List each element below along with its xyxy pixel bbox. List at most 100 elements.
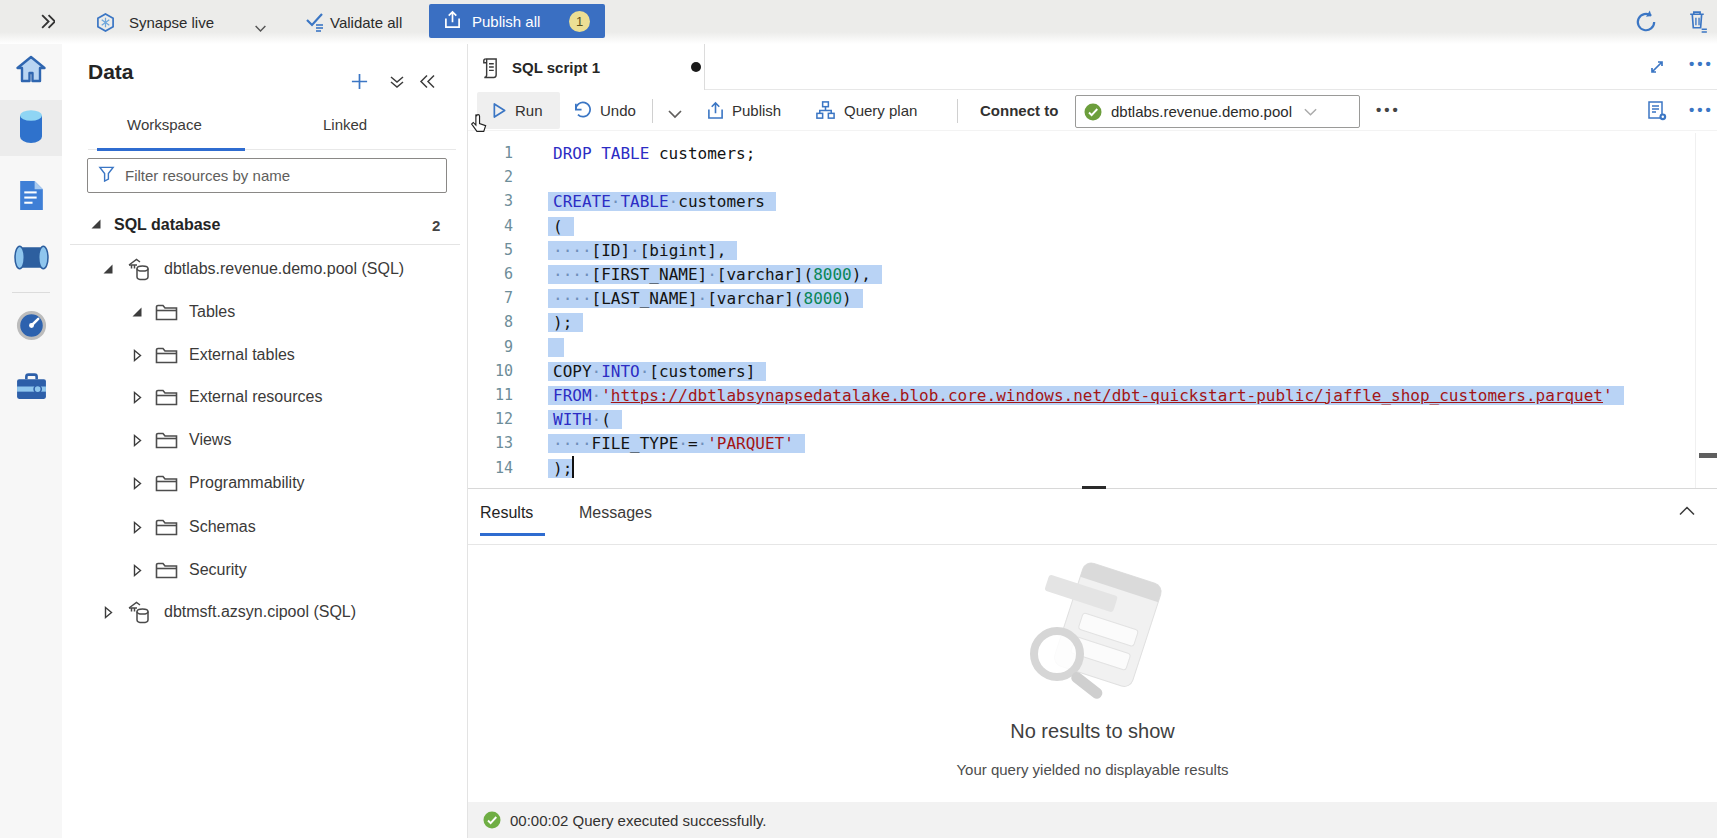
code-line-2[interactable]: 2 — [468, 165, 1717, 190]
add-resource-icon[interactable] — [350, 72, 369, 95]
publish-button[interactable]: Publish — [707, 90, 781, 130]
mode-selector-label[interactable]: Synapse live — [129, 14, 214, 31]
collapse-results-icon[interactable] — [1678, 503, 1696, 521]
tab-messages[interactable]: Messages — [579, 504, 652, 522]
sidebar-tabs: Workspace Linked — [88, 108, 456, 150]
folder-icon — [155, 304, 178, 321]
caret-collapsed-icon[interactable] — [131, 391, 144, 404]
results-tab-underline — [480, 533, 545, 536]
tab-sql-script-1[interactable]: SQL script 1 — [468, 44, 705, 90]
code-line-4[interactable]: 4( — [468, 214, 1717, 239]
script-properties-icon[interactable] — [1646, 100, 1668, 126]
rail-item-develop[interactable] — [0, 171, 62, 223]
line-number: 6 — [468, 262, 513, 287]
tree-item-tables[interactable]: Tables — [131, 297, 235, 327]
expand-chevrons-icon[interactable] — [40, 14, 55, 33]
code-line-10[interactable]: 10COPY·INTO·[customers] — [468, 359, 1717, 384]
publish-all-button[interactable]: Publish all 1 — [429, 4, 605, 38]
caret-expanded-icon[interactable] — [131, 306, 144, 318]
expand-editor-icon[interactable] — [1648, 58, 1666, 80]
line-number: 5 — [468, 238, 513, 263]
folder-icon — [155, 519, 178, 536]
code-line-14[interactable]: 14); — [468, 456, 1717, 481]
run-options-chevron-icon[interactable] — [667, 105, 683, 123]
tree-item-label: Tables — [189, 303, 235, 321]
status-message: 00:00:02 Query executed successfully. — [510, 812, 767, 829]
tree-item-label: External resources — [189, 388, 322, 406]
discard-all-icon[interactable] — [1687, 9, 1709, 37]
mode-chevron-down-icon[interactable] — [254, 19, 267, 37]
tree-section-label: SQL database — [114, 216, 220, 234]
query-plan-button[interactable]: Query plan — [815, 90, 917, 130]
tab-workspace[interactable]: Workspace — [127, 116, 202, 133]
code-line-13[interactable]: 13····FILE_TYPE·=·'PARQUET' — [468, 431, 1717, 456]
monitor-icon — [16, 310, 47, 345]
caret-collapsed-icon[interactable] — [131, 564, 144, 577]
line-number: 1 — [468, 141, 513, 166]
code-line-9[interactable]: 9 — [468, 335, 1717, 360]
sql-database-count: 2 — [432, 217, 440, 234]
tab-more-actions-icon[interactable]: ••• — [1689, 55, 1714, 72]
collapse-all-icon[interactable] — [389, 74, 405, 94]
tree-item-label: External tables — [189, 346, 295, 364]
caret-collapsed-icon[interactable] — [131, 521, 144, 534]
toolbar-more-right-icon[interactable]: ••• — [1689, 101, 1714, 118]
tree-item-label: Views — [189, 431, 231, 449]
tree-item-external-tables[interactable]: External tables — [131, 340, 295, 370]
editor-toolbar: Run Undo Publish Query plan Connect to d… — [468, 90, 1717, 130]
workspace-tab-underline — [97, 148, 245, 151]
code-line-1[interactable]: 1DROP TABLE customers; — [468, 141, 1717, 166]
tab-linked[interactable]: Linked — [323, 116, 367, 133]
pool-icon — [126, 256, 153, 283]
tree-item-dbtmsft-azsyn-cipool-sql-[interactable]: dbtmsft.azsyn.cipool (SQL) — [102, 597, 356, 627]
code-line-6[interactable]: 6····[FIRST_NAME]·[varchar](8000), — [468, 262, 1717, 287]
rail-item-manage[interactable] — [0, 362, 62, 414]
filter-input[interactable]: Filter resources by name — [87, 158, 447, 193]
caret-collapsed-icon[interactable] — [131, 434, 144, 447]
run-label: Run — [515, 102, 543, 119]
line-number: 8 — [468, 310, 513, 335]
code-line-12[interactable]: 12WITH·( — [468, 407, 1717, 432]
data-sidebar: Data Workspace Linked Filter resources b… — [62, 44, 468, 838]
code-line-7[interactable]: 7····[LAST_NAME]·[varchar](8000) — [468, 286, 1717, 311]
caret-collapsed-icon[interactable] — [131, 477, 144, 490]
validate-all-button[interactable]: Validate all — [330, 14, 402, 31]
tree-item-security[interactable]: Security — [131, 555, 247, 585]
refresh-icon[interactable] — [1634, 10, 1658, 38]
caret-expanded-icon[interactable] — [102, 263, 115, 275]
run-button[interactable]: Run — [492, 90, 543, 130]
caret-expanded-icon[interactable] — [90, 216, 102, 234]
line-number: 4 — [468, 214, 513, 239]
toolbar-more-icon[interactable]: ••• — [1376, 101, 1401, 118]
caret-collapsed-icon[interactable] — [131, 349, 144, 362]
tab-results[interactable]: Results — [480, 504, 533, 522]
caret-collapsed-icon[interactable] — [102, 606, 115, 619]
line-number: 13 — [468, 431, 513, 456]
collapse-sidebar-icon[interactable] — [419, 74, 435, 93]
tree-item-schemas[interactable]: Schemas — [131, 512, 256, 542]
pool-chevron-icon — [1303, 107, 1318, 117]
tree-item-programmability[interactable]: Programmability — [131, 468, 305, 498]
code-line-8[interactable]: 8); — [468, 310, 1717, 335]
pool-dropdown[interactable]: dbtlabs.revenue.demo.pool — [1075, 95, 1360, 128]
rail-item-monitor[interactable] — [0, 301, 62, 353]
rail-item-home[interactable] — [0, 45, 62, 97]
tree-item-dbtlabs-revenue-demo-pool-sql-[interactable]: dbtlabs.revenue.demo.pool (SQL) — [102, 254, 404, 284]
rail-item-data[interactable] — [0, 102, 62, 154]
folder-icon — [155, 475, 178, 492]
tree-item-views[interactable]: Views — [131, 425, 231, 455]
code-line-11[interactable]: 11FROM·'https://dbtlabsynapsedatalake.bl… — [468, 383, 1717, 408]
sql-code-editor[interactable]: 1DROP TABLE customers;23CREATE·TABLE·cus… — [468, 130, 1717, 488]
tree-item-external-resources[interactable]: External resources — [131, 382, 322, 412]
tree-section-sql-database[interactable]: SQL database — [90, 210, 220, 240]
rail-item-integrate[interactable] — [0, 233, 62, 285]
sql-script-icon — [480, 56, 499, 79]
undo-button[interactable]: Undo — [573, 90, 636, 130]
toolbar-separator — [652, 99, 653, 123]
rail-divider — [12, 292, 50, 293]
mouse-cursor — [470, 113, 487, 138]
code-line-3[interactable]: 3CREATE·TABLE·customers — [468, 189, 1717, 214]
code-line-5[interactable]: 5····[ID]·[bigint], — [468, 238, 1717, 263]
tree-item-label: dbtmsft.azsyn.cipool (SQL) — [164, 603, 356, 621]
tree-divider — [70, 244, 460, 245]
